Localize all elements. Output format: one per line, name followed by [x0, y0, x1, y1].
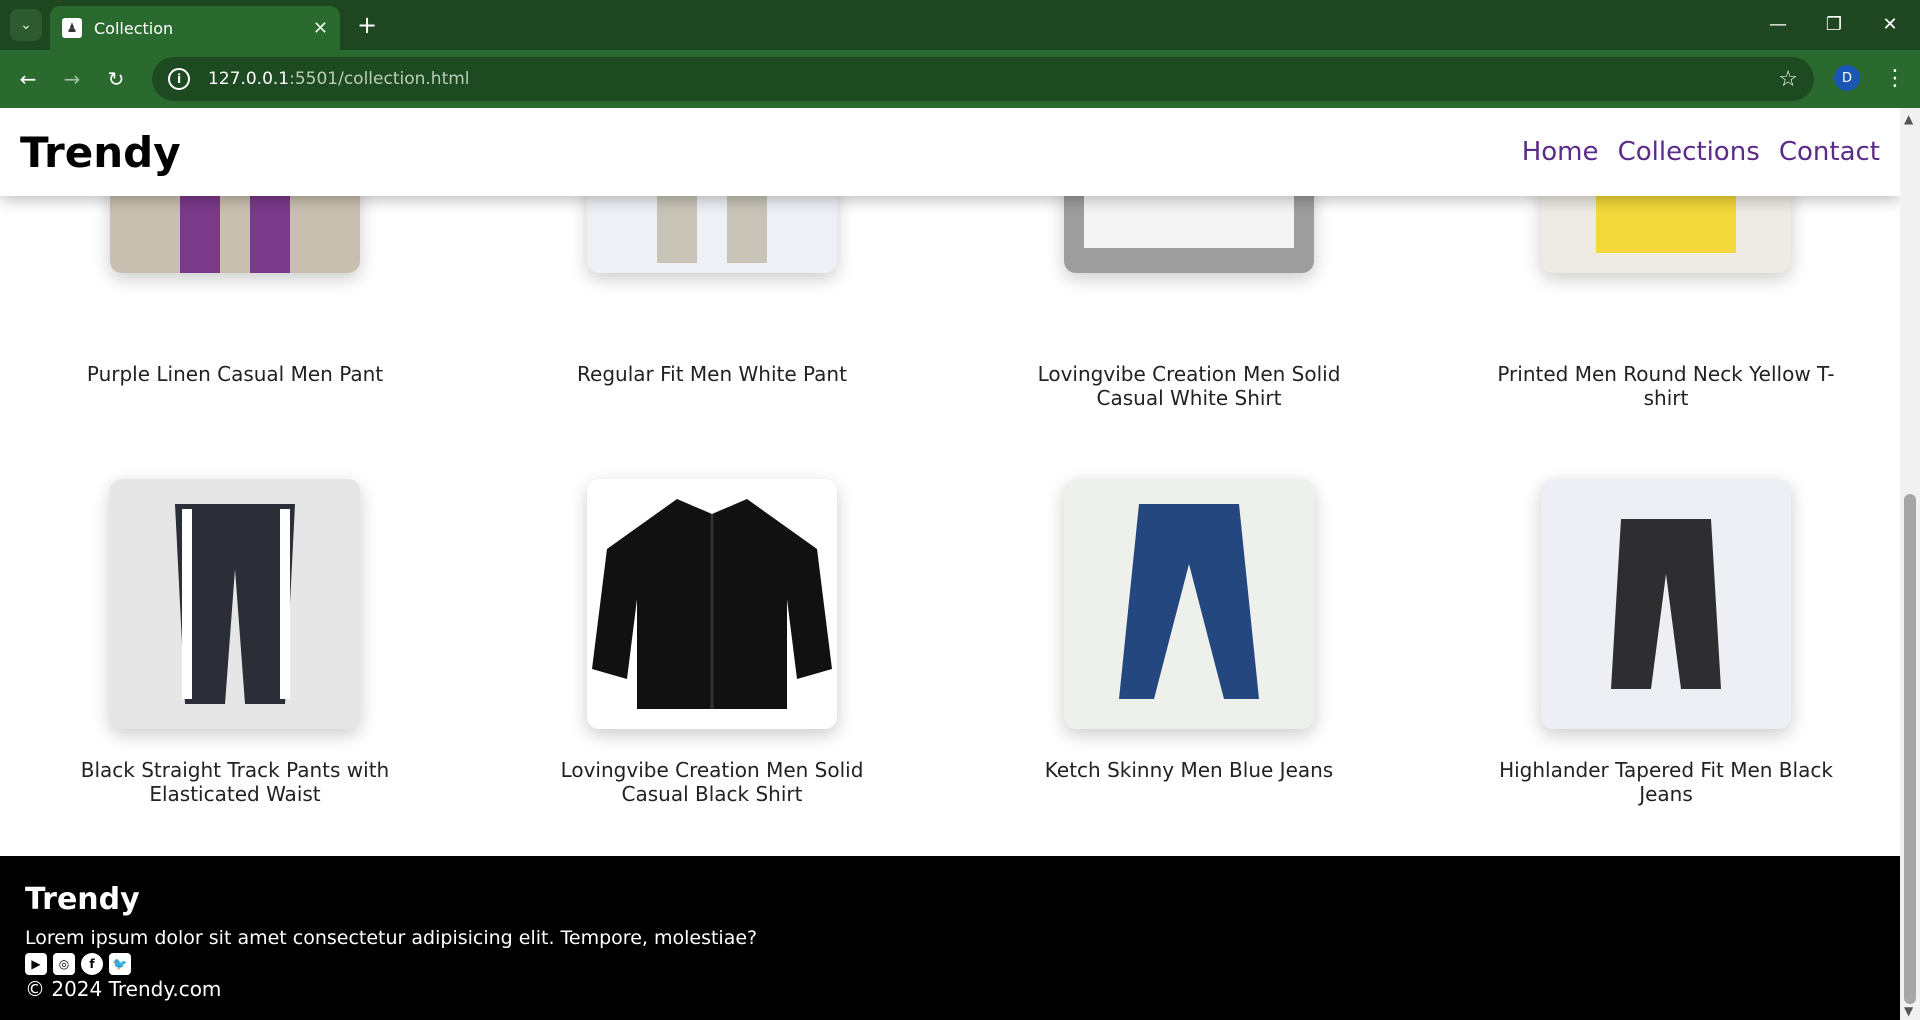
- facebook-icon[interactable]: f: [81, 953, 103, 975]
- forward-icon[interactable]: →: [56, 63, 88, 95]
- black-shirt-icon: [587, 479, 837, 729]
- footer-copyright: © 2024 Trendy.com: [25, 977, 222, 1001]
- product-name: Regular Fit Men White Pant: [577, 362, 847, 386]
- twitter-icon[interactable]: 🐦: [109, 953, 131, 975]
- close-tab-icon[interactable]: ✕: [313, 18, 328, 39]
- footer-description: Lorem ipsum dolor sit amet consectetur a…: [25, 927, 758, 949]
- product-name: Printed Men Round Neck Yellow T-shirt: [1497, 362, 1835, 410]
- scroll-up-icon[interactable]: ▲: [1904, 112, 1913, 126]
- tab-title: Collection: [94, 18, 174, 38]
- track-pants-icon: [110, 479, 360, 729]
- back-icon[interactable]: ←: [12, 63, 44, 95]
- bookmark-star-icon[interactable]: ☆: [1778, 67, 1798, 92]
- site-header: Trendy Home Collections Contact: [0, 108, 1900, 196]
- url-path: :5501/collection.html: [289, 69, 470, 89]
- youtube-icon[interactable]: ▶: [25, 953, 47, 975]
- site-brand[interactable]: Trendy: [20, 128, 181, 177]
- nav-home-link[interactable]: Home: [1522, 137, 1599, 167]
- nav-contact-link[interactable]: Contact: [1779, 137, 1880, 167]
- page-viewport: Trendy Home Collections Contact Purple L…: [0, 108, 1900, 1020]
- url-host: 127.0.0.1: [208, 69, 290, 89]
- site-nav: Home Collections Contact: [1508, 137, 1880, 167]
- product-name: Black Straight Track Pants with Elastica…: [80, 758, 390, 806]
- product-name: Highlander Tapered Fit Men Black Jeans: [1499, 758, 1833, 806]
- browser-toolbar: ← → ↻ i 127.0.0.1:5501/collection.html ☆…: [0, 50, 1920, 108]
- product-name: Ketch Skinny Men Blue Jeans: [1044, 758, 1334, 782]
- restore-icon[interactable]: ❐: [1814, 8, 1854, 40]
- footer-title: Trendy: [25, 882, 140, 917]
- product-name: Lovingvibe Creation Men Solid Casual Whi…: [1037, 362, 1341, 410]
- page-scrollbar[interactable]: ▲ ▼: [1900, 108, 1920, 1020]
- minimize-icon[interactable]: —: [1758, 8, 1798, 40]
- blue-jeans-icon: [1064, 479, 1314, 729]
- scroll-thumb[interactable]: [1904, 494, 1916, 1004]
- tab-strip: ⌄ ♟ Collection ✕ + — ❐ ✕: [0, 0, 1920, 50]
- site-info-icon[interactable]: i: [168, 68, 190, 90]
- browser-menu-icon[interactable]: ⋮: [1880, 63, 1910, 93]
- nav-collections-link[interactable]: Collections: [1618, 137, 1760, 167]
- address-bar[interactable]: i 127.0.0.1:5501/collection.html ☆: [152, 57, 1814, 101]
- product-name: Purple Linen Casual Men Pant: [86, 362, 384, 386]
- product-name: Lovingvibe Creation Men Solid Casual Bla…: [560, 758, 864, 806]
- site-footer: Trendy Lorem ipsum dolor sit amet consec…: [0, 856, 1900, 1020]
- social-icons: ▶ ◎ f 🐦: [25, 953, 1875, 975]
- black-jeans-icon: [1541, 479, 1791, 729]
- reload-icon[interactable]: ↻: [100, 63, 132, 95]
- tab-search-button[interactable]: ⌄: [10, 9, 42, 41]
- instagram-icon[interactable]: ◎: [53, 953, 75, 975]
- profile-avatar[interactable]: D: [1834, 65, 1860, 91]
- active-tab[interactable]: ♟ Collection ✕: [50, 6, 340, 50]
- favicon-icon: ♟: [62, 18, 82, 38]
- window-close-icon[interactable]: ✕: [1870, 8, 1910, 40]
- scroll-down-icon[interactable]: ▼: [1904, 1004, 1913, 1018]
- new-tab-button[interactable]: +: [352, 10, 382, 40]
